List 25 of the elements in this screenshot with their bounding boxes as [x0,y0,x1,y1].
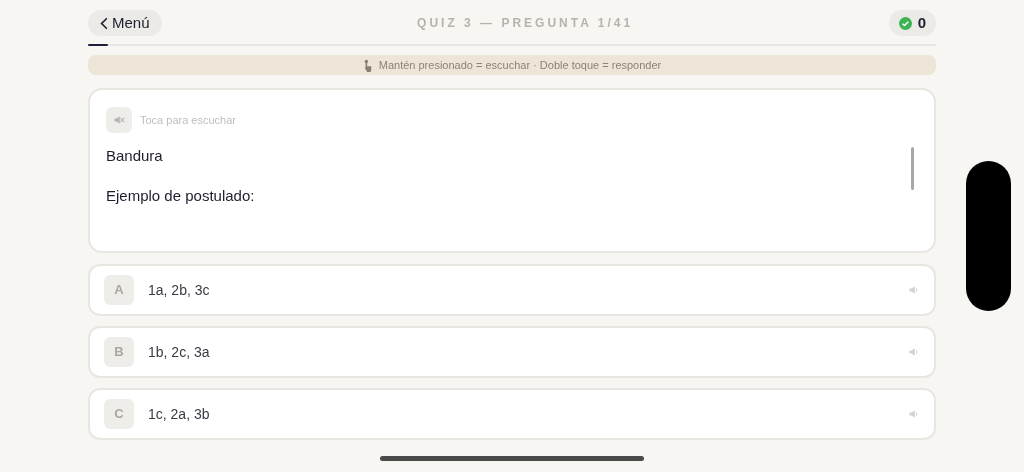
speaker-icon [908,284,920,296]
audio-button[interactable] [106,107,132,133]
hint-text: Mantén presionado = escuchar · Doble toque = responder [378,57,662,73]
question-text: Ejemplo de postulado: [106,187,256,205]
scroll-bar [911,147,914,190]
question-text: Bandura [106,147,164,165]
check-circle-icon [898,16,912,30]
option-text: 1a, 2b, 3c [148,280,211,300]
quiz-title: QUIZ 3 — PREGUNTA 1/41 [417,15,634,32]
option-text: 1b, 2c, 3a [148,342,211,362]
answer-option[interactable]: C 1c, 2a, 3b [88,388,936,440]
chevron-left-icon [100,16,108,30]
option-text: 1c, 2a, 3b [148,404,211,424]
option-letter: C [104,399,134,429]
answer-option[interactable]: B 1b, 2c, 3a [88,326,936,378]
speaker-icon [908,408,920,420]
audio-label: Toca para escuchar [140,112,236,128]
back-button[interactable]: Menú [88,10,162,36]
option-letter: B [104,337,134,367]
option-letter: A [104,275,134,305]
tap-hand-icon [362,58,373,72]
answer-option[interactable]: A 1a, 2b, 3c [88,264,936,316]
speaker-icon [908,346,920,358]
score-count: 0 [917,12,926,33]
home-indicator[interactable] [380,456,644,461]
